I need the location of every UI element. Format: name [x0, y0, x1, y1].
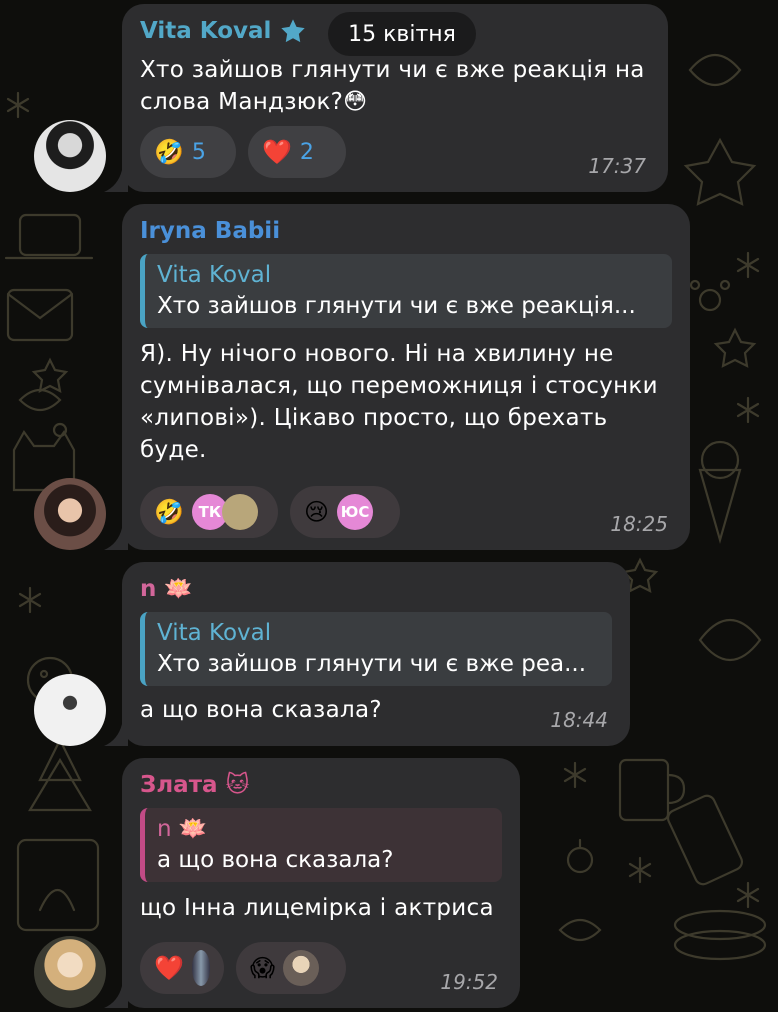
user-photo-avatar: [191, 950, 210, 986]
reply-quote[interactable]: Vita Koval Хто зайшов глянути чи є вже р…: [140, 612, 612, 686]
sender-name[interactable]: Злата 🐱: [140, 770, 502, 800]
message-text: Хто зайшов глянути чи є вже реакція на с…: [140, 57, 645, 115]
bubble-tail: [104, 724, 128, 746]
user-initials-avatar: ЮС: [337, 494, 374, 530]
sender-name[interactable]: Iryna Babii: [140, 216, 672, 246]
heart-emoji-icon: ❤️: [262, 138, 292, 166]
message-text: Я). Ну нічого нового. Ні на хвилину не с…: [140, 341, 658, 463]
heart-emoji-icon: ❤️: [154, 954, 184, 982]
date-badge: 15 квітня: [328, 12, 476, 56]
avatar[interactable]: [34, 120, 106, 192]
reply-sender: Vita Koval: [157, 262, 272, 288]
bubble-tail: [104, 170, 128, 192]
reply-text: Хто зайшов глянути чи є вже реакція...: [157, 293, 636, 319]
rofl-emoji-icon: 🤣: [154, 498, 184, 526]
avatar[interactable]: [34, 936, 106, 1008]
reaction-heart[interactable]: ❤️: [140, 942, 224, 994]
reaction-heart[interactable]: ❤️ 2: [248, 126, 346, 178]
reply-quote[interactable]: Vita Koval Хто зайшов глянути чи є вже р…: [140, 254, 672, 328]
avatar[interactable]: [34, 674, 106, 746]
reply-text: а що вона сказала?: [157, 847, 394, 873]
reaction-cry[interactable]: 😢 ЮС: [290, 486, 400, 538]
reply-quote[interactable]: n 🪷 а що вона сказала?: [140, 808, 502, 882]
bubble-tail: [104, 986, 128, 1008]
reactions: ❤️ 😱: [140, 942, 346, 994]
sender-name[interactable]: n 🪷: [140, 574, 612, 604]
message-bubble[interactable]: Iryna Babii Vita Koval Хто зайшов глянут…: [122, 204, 690, 550]
rofl-emoji-icon: 🤣: [154, 138, 184, 166]
cry-emoji-icon: 😢: [304, 498, 330, 526]
reactions: 🤣 5 ❤️ 2: [140, 126, 346, 178]
message-time: 18:44: [550, 708, 608, 732]
message-time: 19:52: [440, 970, 498, 994]
message-time: 18:25: [610, 512, 668, 536]
message-bubble[interactable]: Злата 🐱 n 🪷 а що вона сказала? що Інна л…: [122, 758, 520, 1008]
avatar[interactable]: [34, 478, 106, 550]
user-photo-avatar: [283, 950, 320, 986]
reply-text: Хто зайшов глянути чи є вже реа...: [157, 651, 587, 677]
reaction-count: 2: [299, 139, 314, 165]
star-badge-icon: [281, 19, 306, 43]
reaction-laugh[interactable]: 🤣 5: [140, 126, 236, 178]
reaction-scream[interactable]: 😱: [236, 942, 346, 994]
user-photo-avatar: [221, 494, 258, 530]
reaction-laugh[interactable]: 🤣 ТК: [140, 486, 278, 538]
message-time: 17:37: [588, 154, 646, 178]
message-text: що Інна лицемірка і актриса: [140, 895, 494, 921]
message-text: а що вона сказала?: [140, 697, 382, 723]
reaction-count: 5: [191, 139, 206, 165]
bubble-tail: [104, 528, 128, 550]
scream-emoji-icon: 😱: [250, 954, 276, 982]
message-bubble[interactable]: n 🪷 Vita Koval Хто зайшов глянути чи є в…: [122, 562, 630, 746]
reply-sender: Vita Koval: [157, 620, 272, 646]
reply-sender: n 🪷: [157, 816, 208, 842]
reactions: 🤣 ТК 😢 ЮС: [140, 486, 400, 538]
